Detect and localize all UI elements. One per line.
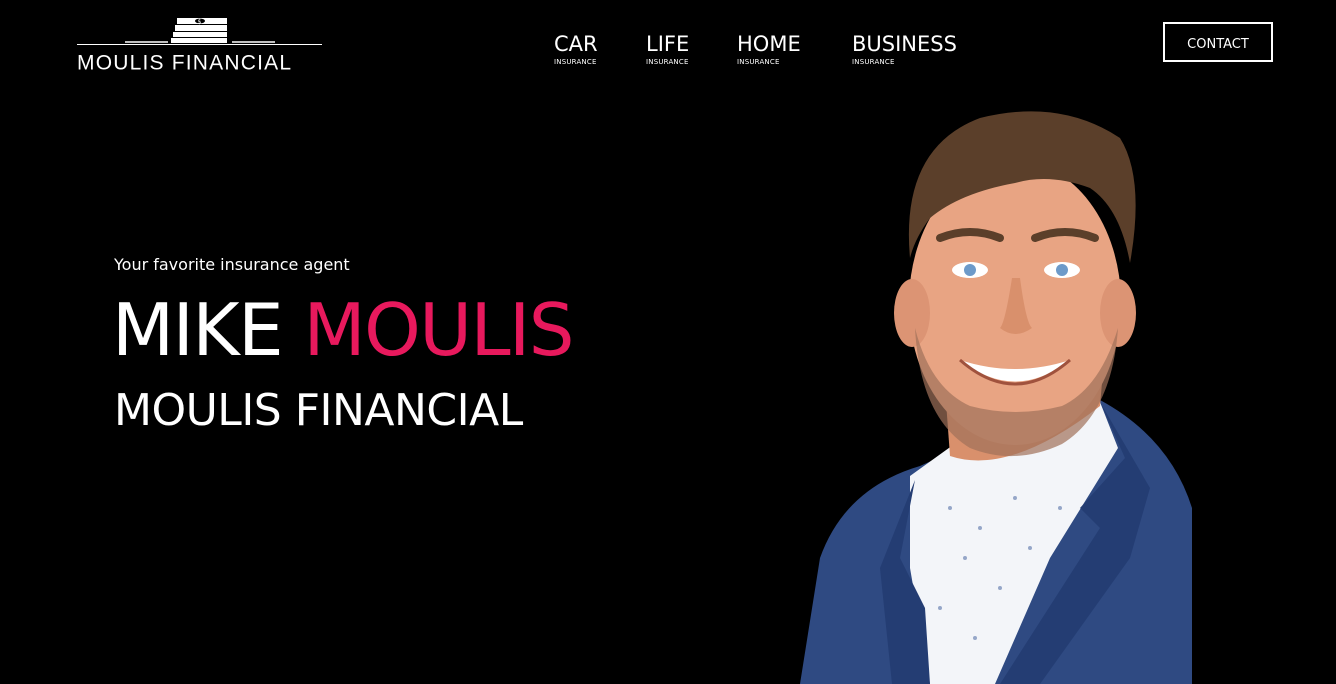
nav-item-home[interactable]: HOME INSURANCE <box>737 32 801 67</box>
contact-button[interactable]: CONTACT <box>1163 22 1273 62</box>
nav-label-home: HOME <box>737 32 801 56</box>
svg-text:$: $ <box>198 19 202 26</box>
nav-item-business[interactable]: BUSINESS INSURANCE <box>852 32 957 67</box>
hero-first-name: MIKE <box>112 288 284 372</box>
nav-sublabel-home: INSURANCE <box>737 58 780 66</box>
nav-label-car: CAR <box>554 32 598 56</box>
agent-portrait <box>800 111 1192 684</box>
nav-label-life: LIFE <box>646 32 690 56</box>
nav-sublabel-life: INSURANCE <box>646 58 689 66</box>
money-stack-icon: $ <box>125 18 275 43</box>
hero-name: MIKE MOULIS <box>112 288 574 372</box>
logo-text: MOULIS FINANCIAL <box>77 51 293 75</box>
nav-sublabel-business: INSURANCE <box>852 58 895 66</box>
hero-company: MOULIS FINANCIAL <box>114 385 523 436</box>
logo-divider <box>77 44 322 46</box>
hero-tagline: Your favorite insurance agent <box>114 255 350 274</box>
nav-item-car[interactable]: CAR INSURANCE <box>554 32 598 67</box>
logo[interactable]: $ MOULIS FINANCIAL <box>77 16 322 75</box>
hero-last-name: MOULIS <box>303 288 574 372</box>
nav-sublabel-car: INSURANCE <box>554 58 597 66</box>
nav-label-business: BUSINESS <box>852 32 957 56</box>
nav-item-life[interactable]: LIFE INSURANCE <box>646 32 689 67</box>
